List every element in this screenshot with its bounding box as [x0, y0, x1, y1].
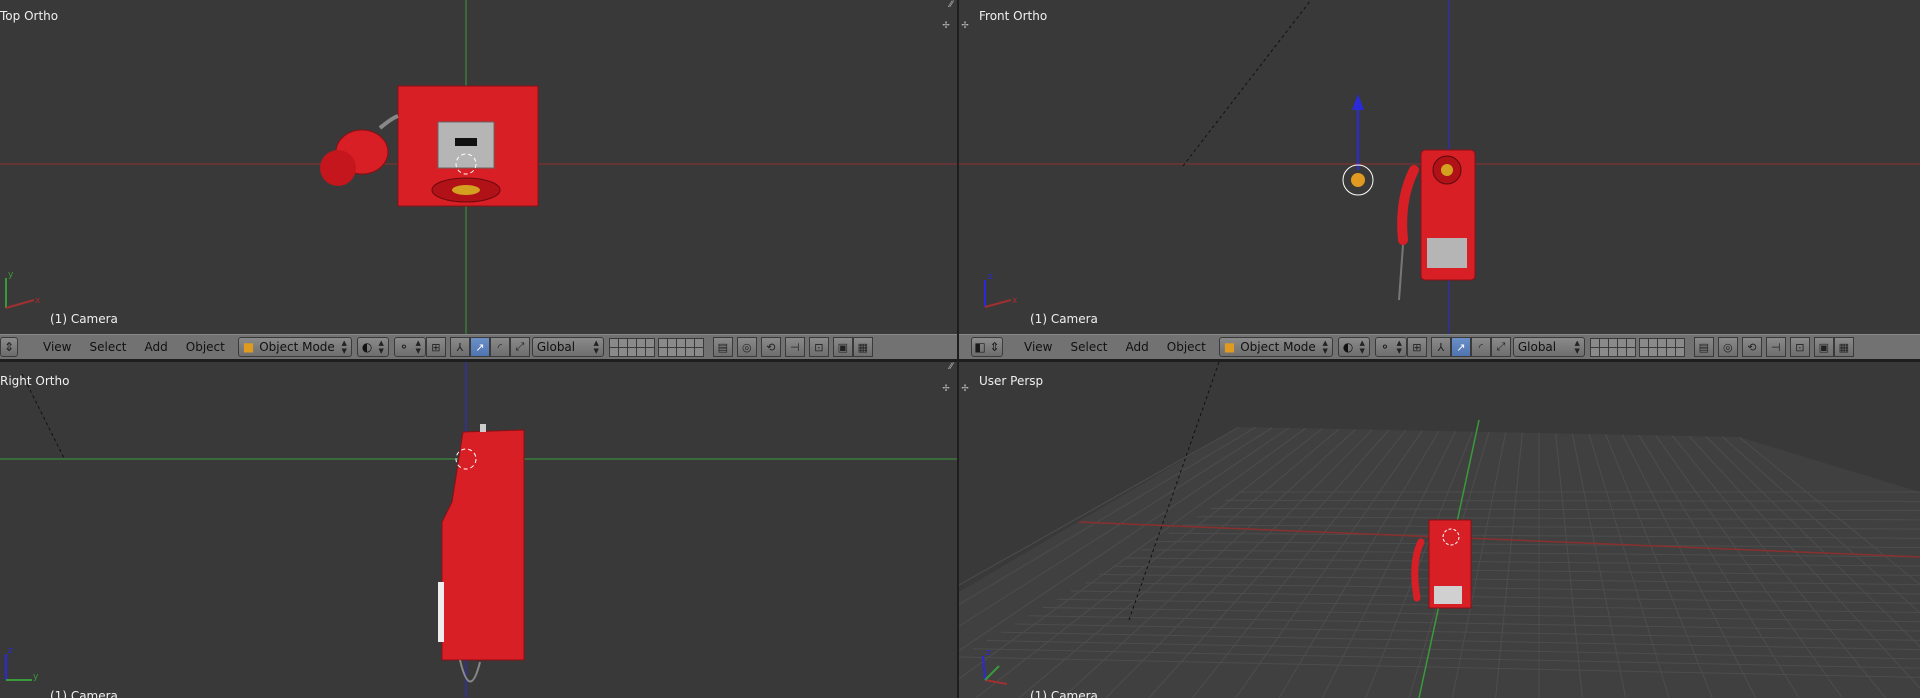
viewport-scene [0, 0, 957, 334]
pivot-select[interactable]: ⚬ ▲ ▼ [1374, 337, 1407, 357]
updown-arrows-icon: ▲ ▼ [593, 339, 599, 355]
editor-type-button[interactable]: ◧ ⇕ [971, 337, 1003, 357]
viewport-right-ortho[interactable]: Right Ortho z y (1) Camera ⁄⁄ ✢ [0, 362, 957, 698]
render-icon[interactable]: ▣ [832, 337, 853, 357]
viewport-camera-label: (1) Camera [50, 689, 118, 698]
shading-select[interactable]: ◐ ▲ ▼ [356, 337, 389, 357]
orientation-select[interactable]: Global ▲ ▼ [531, 337, 604, 357]
snap-toggle-icon[interactable]: ⟲ [760, 337, 781, 357]
split-corner-icon[interactable]: ⁄⁄ [945, 0, 957, 10]
viewport-camera-label: (1) Camera [1030, 312, 1098, 326]
render-anim-icon[interactable]: ▦ [852, 337, 873, 357]
pivot-icon: ⚬ [398, 340, 409, 354]
split-corner-icon[interactable]: ✢ [959, 21, 971, 31]
orientation-select-label: Global [536, 340, 576, 354]
viewport-scene [0, 362, 957, 698]
scale-icon[interactable]: ⤢ [509, 337, 530, 357]
viewport-scene [959, 0, 1920, 334]
manipulator-toggle-icon[interactable]: ⊞ [425, 337, 446, 357]
editor-type-button[interactable]: ⇕ [0, 337, 18, 357]
shading-select[interactable]: ◐ ▲ ▼ [1337, 337, 1370, 357]
layer-buttons[interactable] [1589, 337, 1688, 357]
updown-arrows-icon: ▲ ▼ [415, 339, 421, 355]
updown-arrows-icon: ▲ ▼ [341, 339, 347, 355]
viewport-header-left-top: ⇕ View Select Add Object ■ Object Mode ▲… [0, 334, 957, 360]
layer-lock-icon[interactable]: ▤ [712, 337, 733, 357]
area-divider-horizontal[interactable] [959, 359, 1920, 362]
viewport-user-persp[interactable]: User Persp z (1) Camera ✢ [959, 362, 1920, 698]
orientation-select-label: Global [1517, 340, 1557, 354]
viewport-title: Front Ortho [979, 9, 1048, 23]
axis-label-y: y [33, 672, 39, 682]
updown-arrows-icon: ▲ ▼ [378, 339, 384, 355]
shading-sphere-icon: ◐ [1342, 340, 1354, 354]
cube-icon: ■ [242, 340, 255, 354]
mode-select[interactable]: ■ Object Mode ▲ ▼ [1218, 337, 1333, 357]
snap-target-icon[interactable]: ⊡ [1789, 337, 1810, 357]
split-corner-icon[interactable]: ⁄⁄ [945, 362, 957, 372]
menu-object[interactable]: Object [1158, 337, 1215, 357]
viewport-title: User Persp [979, 374, 1044, 388]
viewport-front-ortho[interactable]: Front Ortho z x (1) Camera ✢ [959, 0, 1920, 334]
split-corner-icon[interactable]: ✢ [940, 21, 952, 31]
mode-select[interactable]: ■ Object Mode ▲ ▼ [237, 337, 352, 357]
render-anim-icon[interactable]: ▦ [1833, 337, 1854, 357]
updown-arrows-icon: ▲ ▼ [1359, 339, 1365, 355]
layer-lock-icon[interactable]: ▤ [1693, 337, 1714, 357]
translate-icon[interactable]: ↗ [469, 337, 490, 357]
updown-arrows-icon: ▲ ▼ [1574, 339, 1580, 355]
snap-element-icon[interactable]: ⊣ [784, 337, 805, 357]
menu-view[interactable]: View [1015, 337, 1061, 357]
snap-element-icon[interactable]: ⊣ [1765, 337, 1786, 357]
split-corner-icon[interactable]: ✢ [940, 384, 952, 394]
menu-object[interactable]: Object [177, 337, 234, 357]
proportional-edit-icon[interactable]: ◎ [1717, 337, 1738, 357]
layer-buttons[interactable] [608, 337, 707, 357]
snap-target-icon[interactable]: ⊡ [808, 337, 829, 357]
axis-label-z: z [988, 272, 993, 282]
shading-sphere-icon: ◐ [361, 340, 373, 354]
viewport-title: Top Ortho [0, 9, 59, 23]
translate-icon[interactable]: ↗ [1450, 337, 1471, 357]
render-icon[interactable]: ▣ [1813, 337, 1834, 357]
viewport-title: Right Ortho [0, 374, 70, 388]
pivot-select[interactable]: ⚬ ▲ ▼ [393, 337, 426, 357]
updown-arrows-icon: ▲ ▼ [1322, 339, 1328, 355]
manipulator-axes-icon[interactable]: ⅄ [449, 337, 470, 357]
menu-add[interactable]: Add [136, 337, 177, 357]
axis-label-z: z [986, 648, 991, 658]
orientation-select[interactable]: Global ▲ ▼ [1512, 337, 1585, 357]
menu-select[interactable]: Select [1061, 337, 1116, 357]
axis-label-z: z [8, 646, 13, 656]
manipulator-axes-icon[interactable]: ⅄ [1430, 337, 1451, 357]
manipulator-toggle-icon[interactable]: ⊞ [1406, 337, 1427, 357]
updown-arrows-icon: ▲ ▼ [1396, 339, 1402, 355]
pivot-icon: ⚬ [1379, 340, 1390, 354]
viewport-scene [959, 362, 1920, 698]
cube-icon: ■ [1223, 340, 1236, 354]
rotate-icon[interactable]: ◜ [489, 337, 510, 357]
scale-icon[interactable]: ⤢ [1490, 337, 1511, 357]
viewport-header-right-top: ◧ ⇕ View Select Add Object ■ Object Mode… [959, 334, 1920, 360]
axis-label-y: y [8, 270, 14, 280]
area-divider-vertical[interactable] [957, 0, 959, 698]
rotate-icon[interactable]: ◜ [1470, 337, 1491, 357]
menu-add[interactable]: Add [1117, 337, 1158, 357]
axis-label-x: x [35, 296, 41, 306]
menu-select[interactable]: Select [80, 337, 135, 357]
viewport-camera-label: (1) Camera [1030, 689, 1098, 698]
proportional-edit-icon[interactable]: ◎ [736, 337, 757, 357]
mode-select-label: Object Mode [259, 340, 335, 354]
menu-view[interactable]: View [34, 337, 80, 357]
viewport-top-ortho[interactable]: Top Ortho y x (1) Camera ⁄⁄ ✢ [0, 0, 957, 334]
viewport-camera-label: (1) Camera [50, 312, 118, 326]
snap-toggle-icon[interactable]: ⟲ [1741, 337, 1762, 357]
mode-select-label: Object Mode [1240, 340, 1316, 354]
area-divider-horizontal[interactable] [0, 359, 957, 362]
split-corner-icon[interactable]: ✢ [959, 384, 971, 394]
axis-label-x: x [1012, 296, 1018, 306]
